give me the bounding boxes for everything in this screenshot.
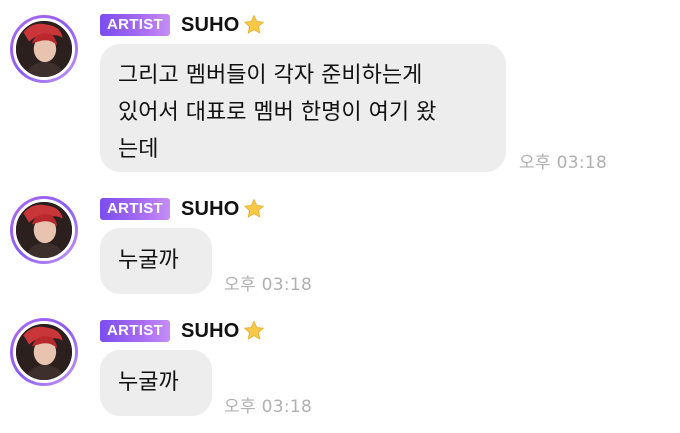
avatar[interactable] (10, 318, 78, 386)
avatar[interactable] (10, 196, 78, 264)
timestamp: 오후 03:18 (224, 397, 313, 417)
sender-name: SUHO (180, 319, 240, 342)
timestamp: 오후 03:18 (519, 153, 608, 173)
star-icon (242, 13, 266, 37)
profile-photo-icon (13, 321, 75, 383)
message-bubble[interactable]: 누굴까 (100, 228, 212, 294)
message-header: ARTIST SUHO (100, 318, 266, 344)
message-header: ARTIST SUHO (100, 12, 266, 38)
artist-badge: ARTIST (100, 198, 170, 220)
star-icon (242, 319, 266, 343)
profile-photo-icon (13, 18, 75, 80)
star-icon (242, 197, 266, 221)
artist-badge: ARTIST (100, 14, 170, 36)
avatar[interactable] (10, 15, 78, 83)
sender-name: SUHO (180, 13, 240, 36)
message-header: ARTIST SUHO (100, 196, 266, 222)
artist-badge: ARTIST (100, 320, 170, 342)
sender-name: SUHO (180, 197, 240, 220)
chat-window: ARTIST SUHO 그리고 멤버들이 각자 준비하는게 있어서 대표로 멤버… (0, 0, 680, 433)
timestamp: 오후 03:18 (224, 275, 313, 295)
profile-photo-icon (13, 199, 75, 261)
message-bubble[interactable]: 그리고 멤버들이 각자 준비하는게 있어서 대표로 멤버 한명이 여기 왔 는데 (100, 44, 506, 172)
message-bubble[interactable]: 누굴까 (100, 350, 212, 416)
